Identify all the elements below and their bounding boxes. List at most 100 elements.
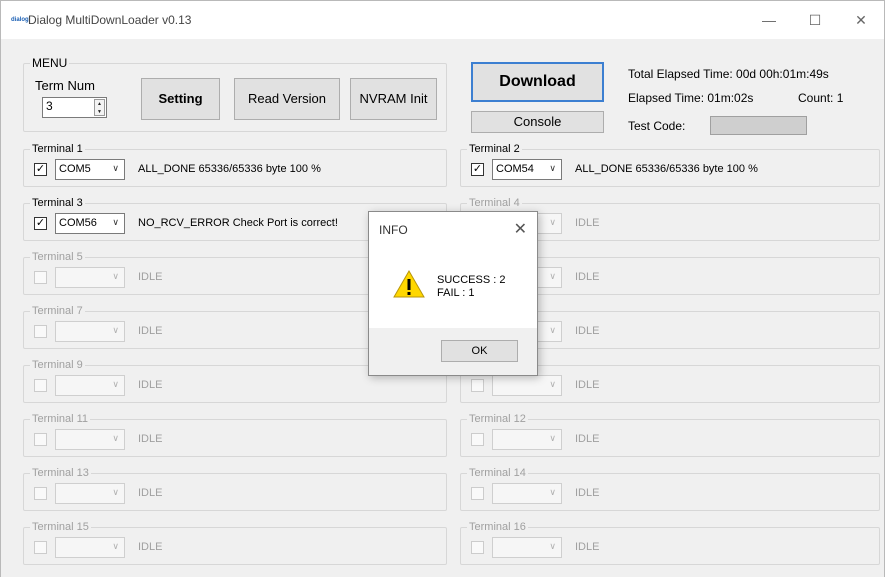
dialog-fail-text: FAIL : 1: [437, 287, 475, 299]
chevron-down-icon[interactable]: ∨: [112, 271, 119, 282]
chevron-down-icon[interactable]: ∨: [112, 433, 119, 444]
terminal-group: Terminal 12 ∨ IDLE: [460, 412, 880, 457]
terminal-port-select[interactable]: ∨: [492, 483, 562, 504]
terminal-title: Terminal 7: [30, 304, 85, 318]
terminal-enable-checkbox[interactable]: ✓: [471, 163, 484, 176]
terminal-enable-checkbox[interactable]: [471, 433, 484, 446]
app-window: dialog Dialog MultiDownLoader v0.13 — ☐ …: [0, 0, 885, 577]
elapsed-time: Elapsed Time: 01m:02s: [628, 91, 754, 105]
terminal-enable-checkbox[interactable]: ✓: [34, 217, 47, 230]
terminal-enable-checkbox[interactable]: [34, 433, 47, 446]
terminal-status: ALL_DONE 65336/65336 byte 100 %: [575, 163, 758, 175]
download-button[interactable]: Download: [471, 62, 604, 102]
chevron-down-icon[interactable]: ∨: [549, 325, 556, 336]
menu-group-title: MENU: [30, 56, 70, 70]
terminal-title: Terminal 14: [467, 466, 528, 480]
terminal-port-select[interactable]: ∨: [55, 267, 125, 288]
terminal-enable-checkbox[interactable]: [34, 487, 47, 500]
terminal-status: NO_RCV_ERROR Check Port is correct!: [138, 217, 338, 229]
count-label: Count: 1: [798, 91, 844, 105]
terminal-title: Terminal 5: [30, 250, 85, 264]
term-num-stepper[interactable]: 3 ▲ ▼: [42, 97, 107, 118]
chevron-down-icon[interactable]: ∨: [549, 541, 556, 552]
terminal-port-select[interactable]: ∨: [55, 429, 125, 450]
maximize-button[interactable]: ☐: [792, 1, 838, 39]
chevron-down-icon[interactable]: ∨: [549, 487, 556, 498]
total-elapsed-time: Total Elapsed Time: 00d 00h:01m:49s: [628, 67, 829, 81]
terminal-enable-checkbox[interactable]: [34, 325, 47, 338]
terminal-title: Terminal 12: [467, 412, 528, 426]
dialog-close-icon[interactable]: ✕: [514, 219, 527, 239]
warning-icon: [393, 269, 425, 298]
dialog-ok-button[interactable]: OK: [441, 340, 518, 362]
chevron-down-icon[interactable]: ∨: [112, 379, 119, 390]
terminal-enable-checkbox[interactable]: [471, 379, 484, 392]
terminal-group: Terminal 13 ∨ IDLE: [23, 466, 447, 511]
terminal-status: IDLE: [138, 379, 163, 391]
terminal-enable-checkbox[interactable]: [471, 541, 484, 554]
terminal-status: IDLE: [138, 541, 163, 553]
term-num-label: Term Num: [35, 78, 95, 93]
terminal-port-select[interactable]: COM56 ∨: [55, 213, 125, 234]
terminal-port-select[interactable]: COM5 ∨: [55, 159, 125, 180]
chevron-down-icon[interactable]: ∨: [549, 379, 556, 390]
terminal-title: Terminal 4: [467, 196, 522, 210]
terminal-status: IDLE: [138, 271, 163, 283]
nvram-init-button[interactable]: NVRAM Init: [350, 78, 437, 120]
terminal-title: Terminal 9: [30, 358, 85, 372]
terminal-title: Terminal 2: [467, 142, 522, 156]
terminal-enable-checkbox[interactable]: [34, 379, 47, 392]
terminal-status: IDLE: [138, 433, 163, 445]
terminal-port-value: COM5: [59, 163, 91, 175]
terminal-group: Terminal 2 ✓ COM54 ∨ ALL_DONE 65336/65336 by…: [460, 142, 880, 187]
terminal-enable-checkbox[interactable]: [34, 271, 47, 284]
stepper-arrows-icon[interactable]: ▲ ▼: [94, 99, 105, 116]
terminal-status: IDLE: [575, 271, 600, 283]
terminal-status: IDLE: [575, 379, 600, 391]
term-num-value: 3: [46, 99, 53, 113]
terminal-port-select[interactable]: ∨: [492, 537, 562, 558]
terminal-port-value: COM56: [59, 217, 97, 229]
chevron-down-icon[interactable]: ∨: [112, 217, 119, 228]
chevron-down-icon[interactable]: ∨: [549, 433, 556, 444]
terminal-status: IDLE: [138, 325, 163, 337]
chevron-down-icon[interactable]: ∨: [112, 487, 119, 498]
terminal-port-select[interactable]: COM54 ∨: [492, 159, 562, 180]
title-bar: dialog Dialog MultiDownLoader v0.13 — ☐ …: [1, 1, 884, 39]
terminal-enable-checkbox[interactable]: ✓: [34, 163, 47, 176]
setting-button[interactable]: Setting: [141, 78, 220, 120]
terminal-enable-checkbox[interactable]: [34, 541, 47, 554]
chevron-down-icon[interactable]: ∨: [112, 325, 119, 336]
test-code-field: [710, 116, 807, 135]
terminal-title: Terminal 15: [30, 520, 91, 534]
terminal-title: Terminal 13: [30, 466, 91, 480]
close-button[interactable]: ✕: [838, 1, 884, 39]
read-version-button[interactable]: Read Version: [234, 78, 340, 120]
terminal-port-select[interactable]: ∨: [55, 321, 125, 342]
terminal-status: IDLE: [575, 433, 600, 445]
terminal-status: ALL_DONE 65336/65336 byte 100 %: [138, 163, 321, 175]
chevron-down-icon[interactable]: ∨: [549, 217, 556, 228]
terminal-port-select[interactable]: ∨: [55, 483, 125, 504]
terminal-title: Terminal 11: [30, 412, 91, 426]
terminal-port-select[interactable]: ∨: [492, 429, 562, 450]
terminal-port-select[interactable]: ∨: [492, 375, 562, 396]
chevron-down-icon[interactable]: ∨: [112, 541, 119, 552]
terminal-status: IDLE: [575, 217, 600, 229]
window-title: Dialog MultiDownLoader v0.13: [28, 13, 192, 27]
terminal-port-select[interactable]: ∨: [55, 537, 125, 558]
terminal-status: IDLE: [575, 325, 600, 337]
chevron-down-icon[interactable]: ∨: [549, 163, 556, 174]
terminal-status: IDLE: [138, 487, 163, 499]
terminal-enable-checkbox[interactable]: [471, 487, 484, 500]
terminal-title: Terminal 1: [30, 142, 85, 156]
terminal-title: Terminal 16: [467, 520, 528, 534]
terminal-status: IDLE: [575, 541, 600, 553]
terminal-group: Terminal 16 ∨ IDLE: [460, 520, 880, 565]
minimize-button[interactable]: —: [746, 1, 792, 39]
chevron-down-icon[interactable]: ∨: [112, 163, 119, 174]
chevron-down-icon[interactable]: ∨: [549, 271, 556, 282]
terminal-port-select[interactable]: ∨: [55, 375, 125, 396]
console-button[interactable]: Console: [471, 111, 604, 133]
app-logo-icon: dialog: [11, 17, 29, 23]
